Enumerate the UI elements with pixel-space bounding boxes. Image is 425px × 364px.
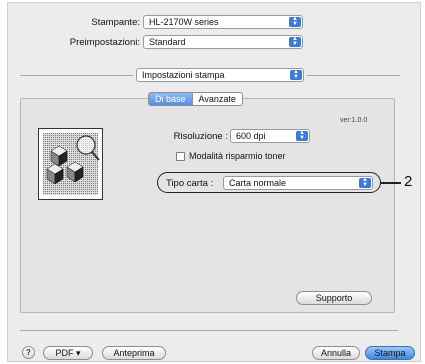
- tab-bar: Di base Avanzate: [148, 92, 243, 106]
- cube-magnifier-icon: [38, 128, 103, 200]
- toner-saving-checkbox[interactable]: [176, 152, 185, 161]
- resolution-value: 600 dpi: [236, 131, 266, 141]
- separator-left: [20, 75, 133, 76]
- printer-label: Stampante:: [91, 17, 140, 28]
- printer-value: HL-2170W series: [149, 17, 219, 27]
- popup-arrows-icon: ▲ ▼: [289, 36, 301, 47]
- section-popup[interactable]: Impostazioni stampa ▲ ▼: [136, 68, 304, 82]
- toner-saving-label: Modalità risparmio toner: [189, 151, 286, 161]
- tab-basic[interactable]: Di base: [149, 93, 192, 105]
- tab-advanced[interactable]: Avanzate: [191, 93, 242, 105]
- callout-oval: [157, 172, 381, 193]
- resolution-popup[interactable]: 600 dpi ▲ ▼: [230, 129, 310, 143]
- presets-popup[interactable]: Standard ▲ ▼: [143, 35, 303, 49]
- separator-right: [307, 75, 400, 76]
- popup-arrows-icon: ▲ ▼: [296, 130, 308, 141]
- support-button[interactable]: Supporto: [296, 291, 372, 305]
- pdf-button[interactable]: PDF ▾: [43, 346, 93, 360]
- popup-arrows-icon: ▲ ▼: [289, 16, 301, 27]
- popup-arrows-icon: ▲ ▼: [290, 69, 302, 80]
- version-text: ver:1.0.0: [340, 117, 368, 124]
- help-button[interactable]: ?: [22, 346, 35, 359]
- footer-separator: [20, 330, 398, 331]
- printer-popup[interactable]: HL-2170W series ▲ ▼: [143, 15, 303, 29]
- resolution-label: Risoluzione :: [173, 131, 228, 142]
- presets-label: Preimpostazioni:: [69, 37, 140, 48]
- callout-number: 2: [404, 173, 413, 190]
- section-value: Impostazioni stampa: [142, 70, 225, 80]
- cancel-button[interactable]: Annulla: [312, 346, 360, 360]
- print-button[interactable]: Stampa: [365, 346, 415, 360]
- callout-line: [381, 182, 401, 184]
- presets-value: Standard: [149, 37, 186, 47]
- preview-button[interactable]: Anteprima: [102, 346, 166, 360]
